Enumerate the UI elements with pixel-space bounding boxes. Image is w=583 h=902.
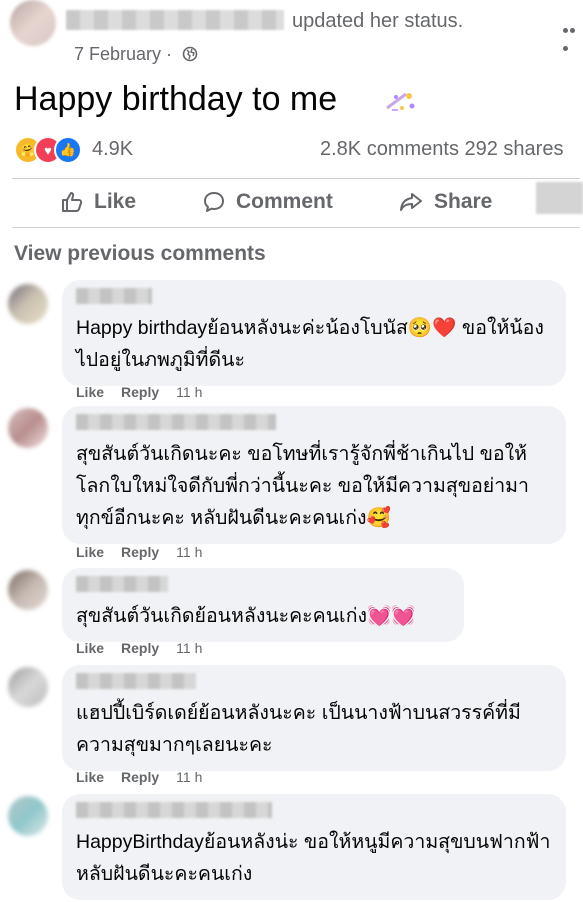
post-action-text: updated her status. (292, 10, 464, 32)
post-date[interactable]: 7 February · (74, 44, 172, 65)
comment-actions: Like Reply 11 h (76, 769, 219, 785)
comment-icon (204, 192, 224, 212)
reactions-summary[interactable]: 🤗 ♥ 👍 4.9K 2.8K comments 292 shares (14, 136, 583, 166)
comment-actions: Like Reply 11 h (76, 640, 219, 656)
comment-text: Happy birthdayย้อนหลังนะค่ะน้องโบนัส🥺❤️ … (76, 317, 544, 371)
comment-time[interactable]: 11 h (176, 640, 202, 656)
view-previous-comments-link[interactable]: View previous comments (14, 242, 266, 266)
confetti-icon (386, 92, 415, 111)
commenter-name-blurred[interactable] (76, 414, 276, 430)
like-button[interactable]: Like (60, 190, 136, 214)
post-text: Happy birthday to me (14, 80, 338, 118)
commenter-avatar[interactable] (8, 667, 48, 707)
divider (12, 178, 580, 179)
comment-reply-link[interactable]: Reply (121, 640, 159, 656)
author-name-blurred[interactable] (66, 10, 284, 30)
like-label: Like (94, 190, 137, 213)
comment-time[interactable]: 11 h (176, 384, 202, 400)
commenter-avatar[interactable] (8, 796, 48, 836)
comment-bubble: Happy birthdayย้อนหลังนะค่ะน้องโบนัส🥺❤️ … (62, 280, 566, 386)
comment-reply-link[interactable]: Reply (121, 384, 159, 400)
comments-shares-count[interactable]: 2.8K comments 292 shares (320, 138, 563, 161)
comment-actions: Like Reply 11 h (76, 384, 219, 400)
commenter-avatar[interactable] (8, 570, 48, 610)
comment-like-link[interactable]: Like (76, 640, 104, 656)
comment-bubble: สุขสันต์วันเกิดนะคะ ขอโทษที่เรารู้จักพี่… (62, 406, 566, 544)
share-label: Share (434, 190, 493, 213)
comment-text: สุขสันต์วันเกิดย้อนหลังนะคะคนเก่ง💓💓 (76, 605, 416, 627)
globe-icon (182, 46, 198, 62)
share-button[interactable]: Share (398, 190, 492, 214)
author-avatar[interactable] (10, 0, 56, 46)
comment-actions: Like Reply 11 h (76, 544, 219, 560)
commenter-avatar[interactable] (8, 408, 48, 448)
comment-reply-link[interactable]: Reply (121, 544, 159, 560)
comment-reply-link[interactable]: Reply (121, 769, 159, 785)
divider (12, 227, 580, 228)
comment-like-link[interactable]: Like (76, 384, 104, 400)
like-reaction-icon: 👍 (54, 136, 82, 164)
commenter-name-blurred[interactable] (76, 288, 152, 304)
comment-label: Comment (236, 190, 333, 213)
post-actions-bar: Like Comment Share (0, 182, 583, 226)
commenter-name-blurred[interactable] (76, 576, 168, 592)
thumbs-up-icon (62, 192, 83, 212)
comment-text: แฮปปี้เบิร์ดเดย์ย้อนหลังนะคะ เป็นนางฟ้าบ… (76, 702, 521, 756)
comment-text: HappyBirthdayย้อนหลังน่ะ ขอให้หนูมีความส… (76, 831, 551, 885)
comment-bubble: สุขสันต์วันเกิดย้อนหลังนะคะคนเก่ง💓💓 (62, 568, 464, 642)
post-header: updated her status. 7 February · (0, 0, 583, 70)
commenter-avatar[interactable] (8, 284, 48, 324)
comment-bubble: แฮปปี้เบิร์ดเดย์ย้อนหลังนะคะ เป็นนางฟ้าบ… (62, 665, 566, 771)
commenter-name-blurred[interactable] (76, 673, 196, 689)
comment-like-link[interactable]: Like (76, 544, 104, 560)
comment-button[interactable]: Comment (202, 190, 333, 214)
comment-time[interactable]: 11 h (176, 544, 202, 560)
viewer-avatar-blurred[interactable] (536, 182, 583, 214)
comment-bubble: HappyBirthdayย้อนหลังน่ะ ขอให้หนูมีความส… (62, 794, 566, 900)
comment-text: สุขสันต์วันเกิดนะคะ ขอโทษที่เรารู้จักพี่… (76, 443, 529, 529)
commenter-name-blurred[interactable] (76, 802, 272, 818)
reaction-count[interactable]: 4.9K (92, 138, 133, 161)
comment-like-link[interactable]: Like (76, 769, 104, 785)
more-options-icon[interactable] (563, 20, 583, 56)
share-icon (400, 193, 422, 211)
comment-time[interactable]: 11 h (176, 769, 202, 785)
